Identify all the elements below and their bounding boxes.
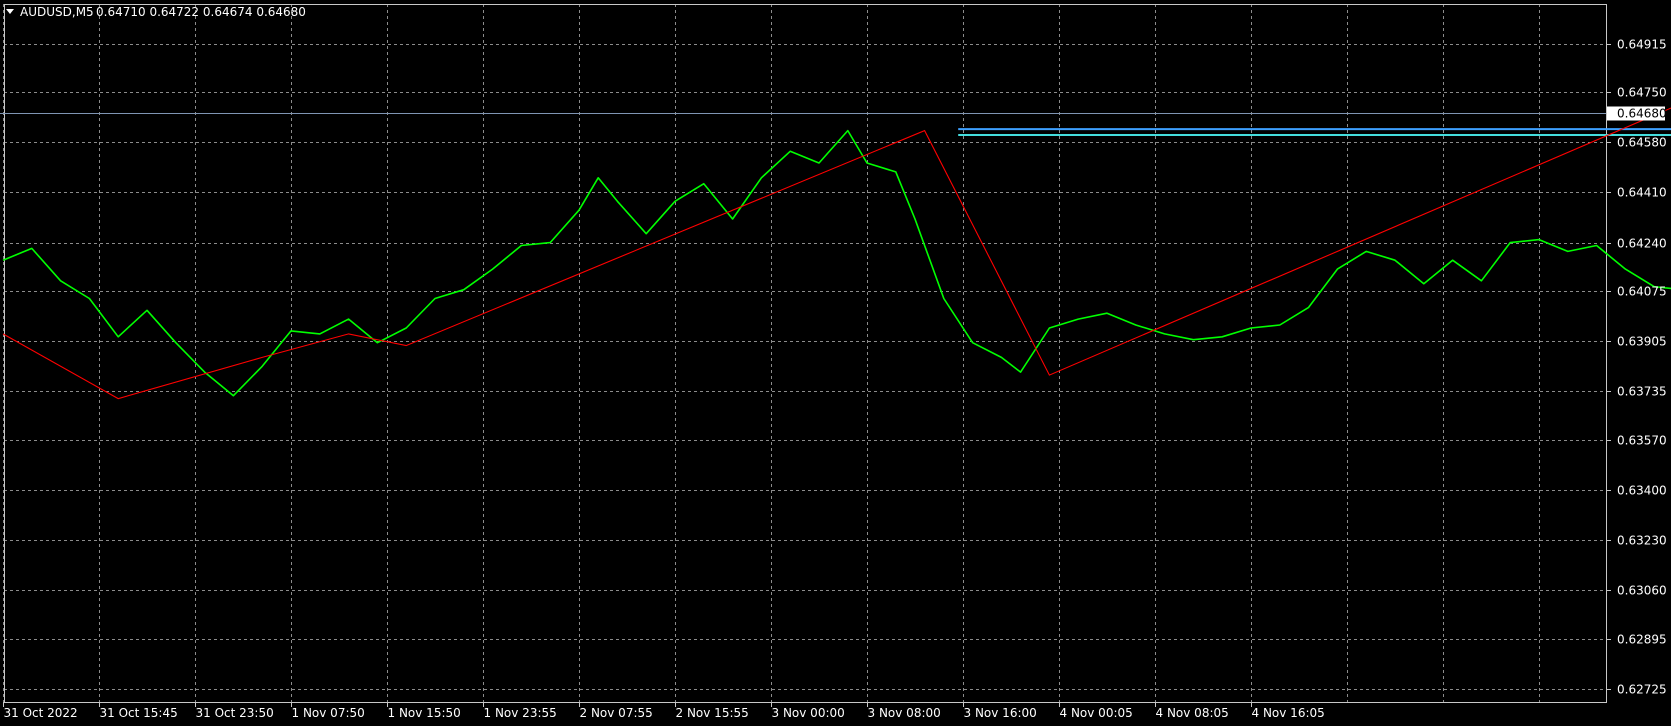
y-tick-label-0: 0.64915 xyxy=(1617,38,1667,52)
x-tick-label-6: 2 Nov 07:55 xyxy=(580,706,653,720)
y-tick-label-5: 0.64075 xyxy=(1617,285,1667,299)
y-tick-label-8: 0.63570 xyxy=(1617,434,1667,448)
chart-header: AUDUSD,M5 0.64710 0.64722 0.64674 0.6468… xyxy=(6,5,306,19)
x-tick-label-8: 3 Nov 00:00 xyxy=(772,706,845,720)
x-tick-label-9: 3 Nov 08:00 xyxy=(868,706,941,720)
y-tick-label-13: 0.62725 xyxy=(1617,683,1667,697)
current-price-label: 0.64680 xyxy=(1617,107,1667,121)
y-tick-label-9: 0.63400 xyxy=(1617,484,1667,498)
symbol-label: AUDUSD,M5 xyxy=(20,5,94,19)
x-tick-label-12: 4 Nov 08:05 xyxy=(1156,706,1229,720)
x-tick-label-3: 1 Nov 07:50 xyxy=(292,706,365,720)
x-tick-label-0: 31 Oct 2022 xyxy=(4,706,78,720)
x-tick-label-1: 31 Oct 15:45 xyxy=(100,706,178,720)
y-tick-label-2: 0.64580 xyxy=(1617,136,1667,150)
x-tick-label-11: 4 Nov 00:05 xyxy=(1060,706,1133,720)
chart-background xyxy=(0,0,1671,726)
y-tick-label-11: 0.63060 xyxy=(1617,584,1667,598)
x-tick-label-2: 31 Oct 23:50 xyxy=(196,706,274,720)
ohlc-values: 0.64710 0.64722 0.64674 0.64680 xyxy=(96,5,306,19)
y-tick-label-12: 0.62895 xyxy=(1617,633,1667,647)
y-tick-label-6: 0.63905 xyxy=(1617,335,1667,349)
x-tick-label-10: 3 Nov 16:00 xyxy=(964,706,1037,720)
x-tick-label-5: 1 Nov 23:55 xyxy=(484,706,557,720)
y-tick-label-1: 0.64750 xyxy=(1617,86,1667,100)
y-tick-label-4: 0.64240 xyxy=(1617,237,1667,251)
x-tick-label-7: 2 Nov 15:55 xyxy=(676,706,749,720)
y-tick-label-3: 0.64410 xyxy=(1617,186,1667,200)
y-tick-label-7: 0.63735 xyxy=(1617,385,1667,399)
y-tick-label-10: 0.63230 xyxy=(1617,534,1667,548)
x-tick-label-13: 4 Nov 16:05 xyxy=(1252,706,1325,720)
price-chart[interactable]: 0.64915 0.64750 0.64580 0.64410 0.64240 0.640… xyxy=(0,0,1671,726)
x-tick-label-4: 1 Nov 15:50 xyxy=(388,706,461,720)
